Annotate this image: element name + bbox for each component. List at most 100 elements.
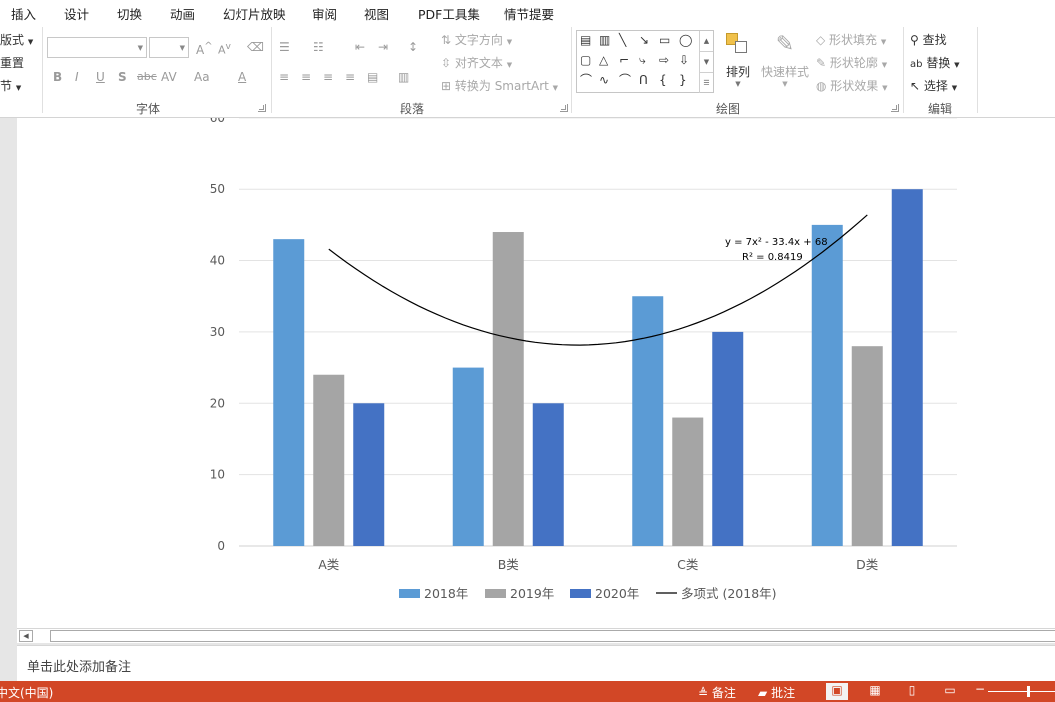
curve-shape-icon[interactable]: ᑎ (639, 73, 648, 87)
bold-button[interactable]: B (53, 69, 62, 85)
strikethrough-button[interactable]: abc (137, 69, 157, 85)
right-arrow-shape-icon[interactable]: ⇨ (659, 53, 669, 67)
shrink-font-icon[interactable]: Av (218, 39, 231, 59)
elbow-connector-shape-icon[interactable]: ⌐ (619, 53, 629, 67)
tab-animations[interactable]: 动画 (170, 4, 195, 23)
rounded-rect-shape-icon[interactable]: ▢ (580, 53, 591, 67)
layout-button[interactable]: 版式 ▼ (0, 31, 33, 48)
align-text-button[interactable]: ⇳ 对齐文本 ▼ (441, 54, 512, 71)
italic-button[interactable]: I (75, 69, 79, 85)
tab-design[interactable]: 设计 (64, 4, 89, 23)
columns-icon[interactable]: ▥ (398, 69, 409, 85)
shape-fill-button[interactable]: ◇ 形状填充 ▼ (816, 31, 886, 48)
quick-styles-button[interactable]: ✎ 快速样式 ▼ (760, 31, 810, 88)
zoom-slider-track[interactable] (988, 691, 1055, 692)
text-shadow-button[interactable]: S (118, 69, 127, 85)
shapes-gallery[interactable]: ▤ ▥ ╲ ↘ ▭ ◯ ▢ △ ⌐ ⤷ ⇨ ⇩ ⌒ ∿ ⌒ ᑎ { } ▲ ▼ … (576, 30, 714, 93)
grow-font-icon[interactable]: A^ (196, 39, 213, 58)
justify-icon[interactable]: ≡ (345, 69, 355, 85)
align-left-icon[interactable]: ≡ (279, 69, 289, 85)
gallery-more-icon[interactable]: ☰ (699, 72, 713, 93)
language-indicator[interactable]: 中文(中国) (0, 684, 53, 701)
line-spacing-icon[interactable]: ↕ (408, 39, 418, 55)
tab-storyboard[interactable]: 情节提要 (504, 4, 554, 23)
replace-button[interactable]: ab 替换 ▼ (910, 54, 960, 71)
font-dialog-launcher[interactable] (258, 104, 266, 112)
textbox-shape-icon[interactable]: ▤ (580, 33, 591, 47)
tab-transitions[interactable]: 切换 (117, 4, 142, 23)
drawing-dialog-launcher[interactable] (891, 104, 899, 112)
zoom-out-icon[interactable]: − (975, 682, 985, 696)
arrow-line-shape-icon[interactable]: ↘ (639, 33, 649, 47)
decrease-indent-icon[interactable]: ⇤ (355, 39, 365, 55)
slideshow-view-icon[interactable]: ▭ (939, 683, 961, 700)
convert-smartart-button[interactable]: ⊞ 转换为 SmartArt ▼ (441, 77, 558, 94)
align-right-icon[interactable]: ≡ (323, 69, 333, 85)
ribbon: 版式 ▼ 重置 节 ▼ ▼ ▼ A^ Av ⌫ B I U S abc AV A… (0, 23, 1055, 118)
freeform-shape-icon[interactable]: ⌒ (580, 73, 592, 87)
clustered-column-chart[interactable]: 0 10 20 30 40 50 60 A类 B类 C类 D类 y = 7x² - 33.4x +… (17, 118, 1055, 628)
increase-indent-icon[interactable]: ⇥ (378, 39, 388, 55)
zoom-slider-thumb[interactable] (1027, 686, 1030, 697)
numbering-icon[interactable]: ☷ (313, 39, 324, 55)
arc-shape-icon[interactable]: ⌒ (619, 73, 631, 87)
elbow-arrow-shape-icon[interactable]: ⤷ (639, 53, 646, 67)
change-case-button[interactable]: Aa (194, 69, 210, 85)
paragraph-group-label: 段落 (400, 102, 425, 116)
notes-placeholder[interactable]: 单击此处添加备注 (27, 656, 131, 675)
notes-toggle-button[interactable]: ≜ 备注 (698, 684, 736, 701)
find-button[interactable]: ⚲ 查找 (910, 31, 947, 48)
y-tick-label: 40 (210, 254, 225, 268)
normal-view-icon[interactable]: ▣ (826, 683, 848, 700)
underline-button[interactable]: U (96, 69, 105, 85)
triangle-shape-icon[interactable]: △ (599, 53, 608, 67)
y-tick-label: 50 (210, 182, 225, 196)
legend-label: 2019年 (510, 586, 554, 601)
tab-review[interactable]: 审阅 (312, 4, 337, 23)
tab-insert[interactable]: 插入 (11, 4, 36, 23)
shape-outline-button[interactable]: ✎ 形状轮廓 ▼ (816, 54, 887, 71)
oval-shape-icon[interactable]: ◯ (679, 33, 692, 47)
vertical-textbox-shape-icon[interactable]: ▥ (599, 33, 610, 47)
tab-pdf-tools[interactable]: PDF工具集 (418, 4, 480, 23)
notes-pane[interactable]: 单击此处添加备注 (17, 645, 1055, 681)
rectangle-shape-icon[interactable]: ▭ (659, 33, 670, 47)
slide-canvas[interactable]: 0 10 20 30 40 50 60 A类 B类 C类 D类 y = 7x² - 33.4x +… (17, 118, 1055, 628)
scribble-shape-icon[interactable]: ∿ (599, 73, 609, 87)
gallery-up-icon[interactable]: ▲ (699, 31, 713, 51)
select-button[interactable]: ↖ 选择 ▼ (910, 77, 957, 94)
tab-slideshow[interactable]: 幻灯片放映 (223, 4, 286, 23)
horizontal-scrollbar[interactable]: ◀ (17, 628, 1055, 643)
slide-sorter-view-icon[interactable]: ▦ (864, 683, 886, 700)
arrange-icon (723, 31, 753, 59)
left-brace-shape-icon[interactable]: { (659, 73, 667, 87)
gallery-down-icon[interactable]: ▼ (699, 51, 713, 72)
paragraph-dialog-launcher[interactable] (560, 104, 568, 112)
arrange-button[interactable]: 排列 ▼ (723, 31, 753, 88)
drawing-group-label: 绘图 (716, 102, 741, 116)
down-arrow-shape-icon[interactable]: ⇩ (679, 53, 689, 67)
align-center-icon[interactable]: ≡ (301, 69, 311, 85)
text-direction-button[interactable]: ⇅ 文字方向 ▼ (441, 31, 512, 48)
reset-button[interactable]: 重置 (0, 54, 24, 71)
y-tick-label: 10 (210, 468, 225, 482)
bar-2018年-D类 (811, 224, 843, 546)
scroll-left-icon[interactable]: ◀ (19, 630, 33, 642)
font-color-button[interactable]: A (238, 69, 246, 85)
shape-effects-button[interactable]: ◍ 形状效果 ▼ (816, 77, 888, 94)
line-shape-icon[interactable]: ╲ (619, 33, 626, 47)
right-brace-shape-icon[interactable]: } (679, 73, 687, 87)
y-tick-label: 30 (210, 325, 225, 339)
section-button[interactable]: 节 ▼ (0, 77, 21, 94)
font-size-combo[interactable]: ▼ (149, 37, 189, 58)
comments-toggle-button[interactable]: ▰ 批注 (758, 684, 795, 701)
clear-format-icon[interactable]: ⌫ (247, 39, 264, 55)
reading-view-icon[interactable]: ▯ (901, 683, 923, 700)
distributed-icon[interactable]: ▤ (367, 69, 378, 85)
legend-swatch (570, 589, 591, 598)
bullets-icon[interactable]: ☰ (279, 39, 290, 55)
font-name-combo[interactable]: ▼ (47, 37, 147, 58)
char-spacing-button[interactable]: AV (161, 69, 177, 85)
scrollbar-thumb[interactable] (50, 630, 1055, 642)
tab-view[interactable]: 视图 (364, 4, 389, 23)
